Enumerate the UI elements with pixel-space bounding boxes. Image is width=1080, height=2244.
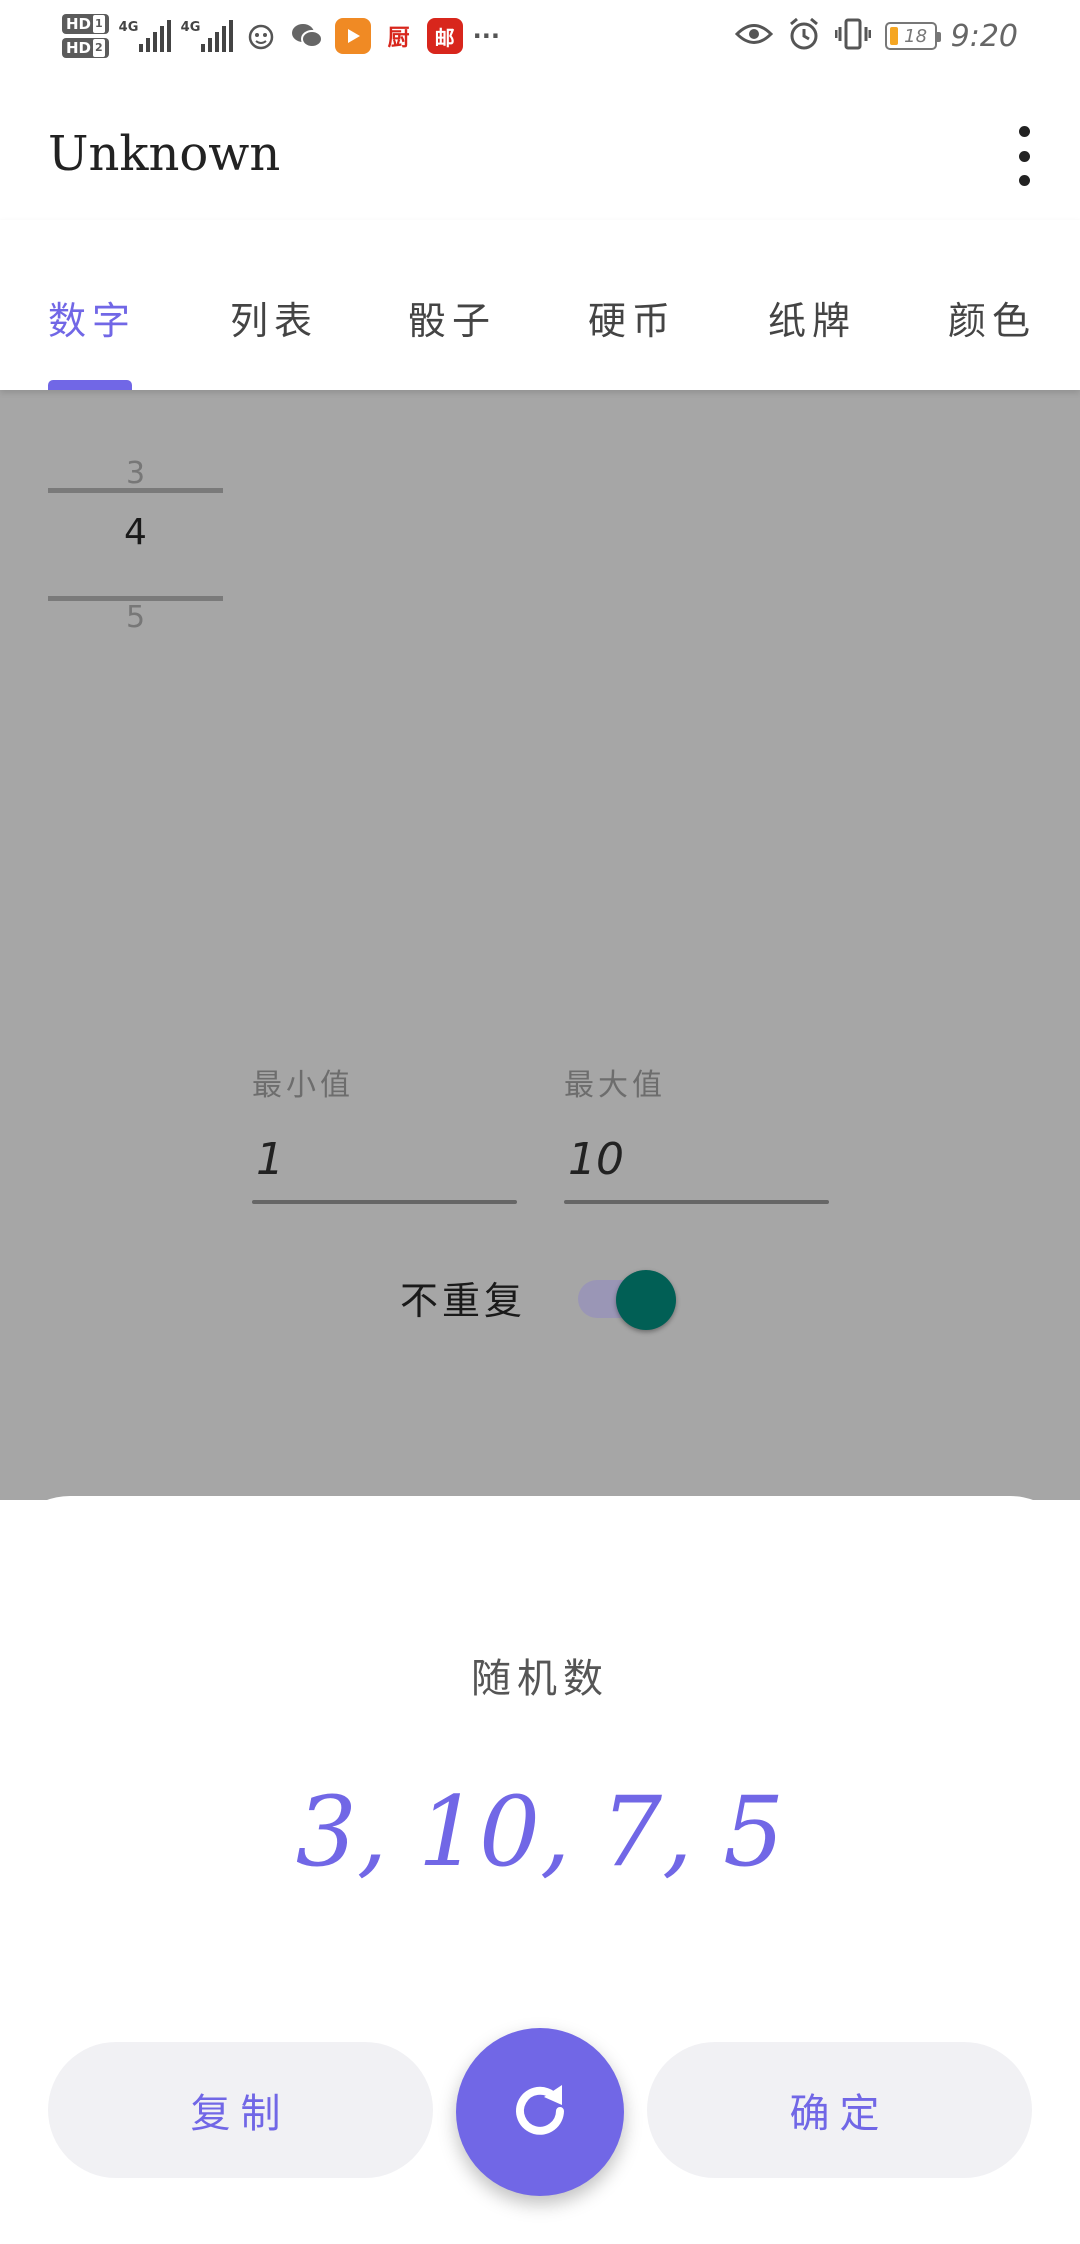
random-result: 3, 10, 7, 5 [295,1776,785,1888]
hd1-badge: HD 1 [62,14,109,34]
chuchu-app-icon: 厨 [380,18,417,54]
status-right: 18 9:20 [734,14,1018,58]
max-value-label: 最大值 [564,1068,666,1103]
more-notifications-icon: ··· [472,22,501,50]
main-content-overlay[interactable]: 3 4 5 最小值 1 最大值 10 不重复 [0,390,1080,1500]
copy-button[interactable]: 复制 [48,2042,433,2178]
signal-icon-2: 4G [181,20,233,52]
result-bottom-sheet: 随机数 3, 10, 7, 5 复制 确定 [0,1496,1080,2244]
refresh-button[interactable] [456,2028,624,2196]
picker-divider-top [48,488,223,493]
no-repeat-label: 不重复 [400,1279,527,1323]
app-notification-icon [242,18,279,54]
status-bar: HD 1 HD 2 4G 4G 厨 邮 ··· 18 9:20 [0,0,1080,70]
alarm-icon [787,17,821,55]
app-bar: Unknown [0,70,1080,220]
max-value-field[interactable]: 最大值 10 [564,1060,829,1204]
picker-current-value: 4 [124,512,147,553]
min-value-underline [252,1200,517,1204]
count-picker[interactable]: 3 4 5 [48,456,223,635]
tab-number[interactable]: 数字 [48,290,136,345]
min-value-label: 最小值 [252,1068,354,1103]
video-icon [334,18,371,54]
picker-prev-value: 3 [125,456,146,491]
sheet-title: 随机数 [471,1656,609,1702]
refresh-icon [504,2075,576,2150]
min-value-input[interactable]: 1 [252,1132,517,1188]
wechat-icon [288,18,325,54]
tab-color[interactable]: 颜色 [948,290,1036,345]
picker-next-value: 5 [125,600,146,635]
post-app-icon: 邮 [426,18,463,54]
hd2-badge: HD 2 [62,38,109,58]
switch-thumb [616,1270,676,1330]
signal-icon-1: 4G [119,20,171,52]
status-left: HD 1 HD 2 4G 4G 厨 邮 ··· [62,8,500,64]
no-repeat-switch[interactable] [578,1266,678,1330]
confirm-button[interactable]: 确定 [647,2042,1032,2178]
eye-icon [734,21,773,51]
tab-coin[interactable]: 硬币 [588,290,676,345]
tab-bar: 数字 列表 骰子 硬币 纸牌 颜色 [0,220,1080,390]
more-options-icon[interactable] [1002,126,1046,186]
clock: 9:20 [950,18,1018,54]
hd-indicators: HD 1 HD 2 [62,14,109,58]
tab-indicator [48,380,132,390]
vibrate-icon [834,17,872,55]
tab-list[interactable]: 列表 [230,290,318,345]
battery-icon: 18 [884,22,941,50]
tab-dice[interactable]: 骰子 [408,290,496,345]
max-value-input[interactable]: 10 [564,1132,829,1188]
min-value-field[interactable]: 最小值 1 [252,1060,517,1204]
max-value-underline [564,1200,829,1204]
app-title: Unknown [48,126,281,182]
tab-cards[interactable]: 纸牌 [768,290,856,345]
